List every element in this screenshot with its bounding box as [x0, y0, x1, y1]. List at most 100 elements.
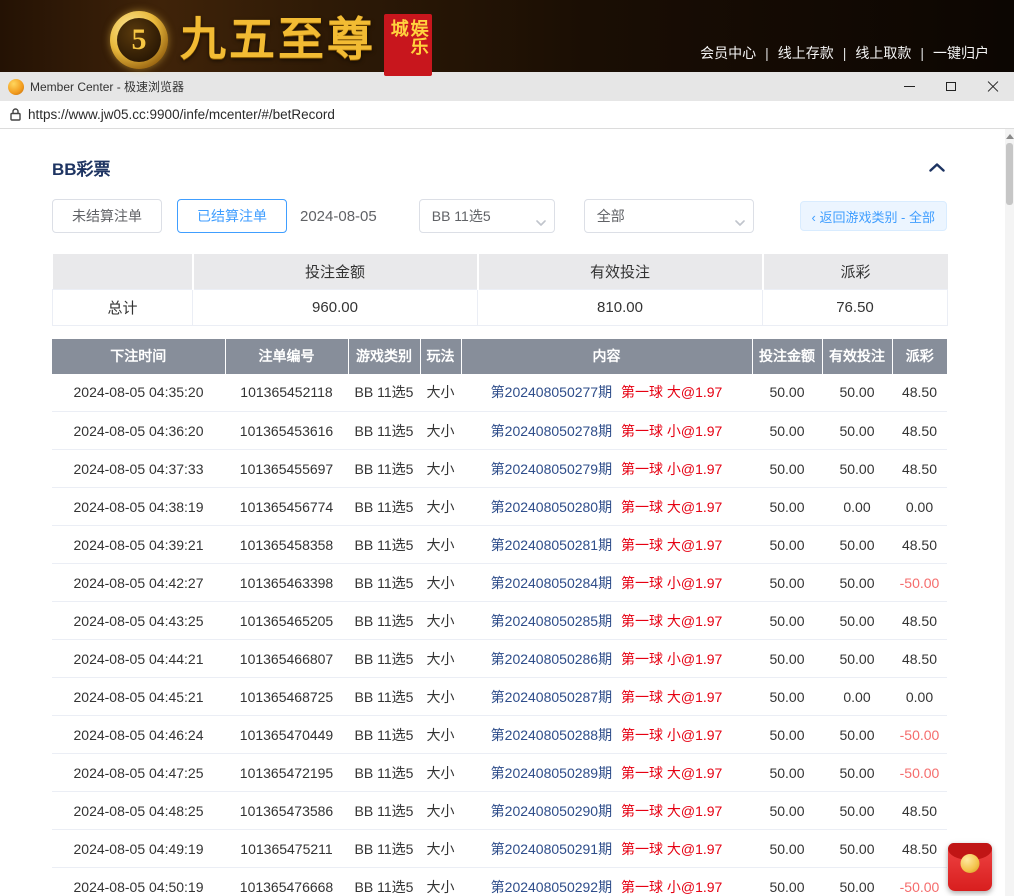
- bet-amount-cell: 50.00: [752, 640, 822, 678]
- table-row: 2024-08-05 04:39:21 101365458358 BB 11选5…: [52, 526, 947, 564]
- filter-row: 未结算注单 已结算注单 2024-08-05 BB 11选5 全部 ‹ 返回游戏…: [52, 199, 947, 233]
- bet-amount-cell: 50.00: [752, 602, 822, 640]
- summary-header-valid-bet: 有效投注: [478, 254, 763, 289]
- chevron-down-icon: [536, 213, 546, 229]
- table-row: 2024-08-05 04:47:25 101365472195 BB 11选5…: [52, 754, 947, 792]
- content-cell: 第202408050278期 第一球 小@1.97: [461, 412, 752, 450]
- nav-one-key-transfer[interactable]: 一键归户: [924, 43, 998, 63]
- order-id-cell: 101365463398: [225, 564, 348, 602]
- payout-cell: 48.50: [892, 830, 947, 868]
- collapse-section-button[interactable]: [927, 161, 947, 174]
- pick-text: 第一球 大@1.97: [621, 689, 722, 705]
- content-cell: 第202408050281期 第一球 大@1.97: [461, 526, 752, 564]
- minimize-icon: [904, 86, 915, 87]
- valid-bet-cell: 0.00: [822, 488, 892, 526]
- summary-table: 投注金额 有效投注 派彩 总计 960.00 810.00 76.50: [52, 254, 948, 326]
- summary-total-row: 总计 960.00 810.00 76.50: [53, 289, 948, 325]
- summary-header-row: 投注金额 有效投注 派彩: [53, 254, 948, 289]
- bet-time-cell: 2024-08-05 04:44:21: [52, 640, 225, 678]
- browser-urlbar[interactable]: https://www.jw05.cc:9900/infe/mcenter/#/…: [0, 101, 1014, 129]
- bet-table-header-row: 下注时间 注单编号 游戏类别 玩法 内容 投注金额 有效投注 派彩: [52, 339, 947, 374]
- content-cell: 第202408050291期 第一球 大@1.97: [461, 830, 752, 868]
- valid-bet-cell: 50.00: [822, 830, 892, 868]
- table-row: 2024-08-05 04:49:19 101365475211 BB 11选5…: [52, 830, 947, 868]
- date-picker[interactable]: 2024-08-05: [300, 208, 377, 225]
- bet-time-cell: 2024-08-05 04:39:21: [52, 526, 225, 564]
- content-cell: 第202408050285期 第一球 大@1.97: [461, 602, 752, 640]
- game-select[interactable]: BB 11选5: [419, 199, 555, 233]
- col-header-play-type: 玩法: [420, 339, 461, 374]
- col-header-payout: 派彩: [892, 339, 947, 374]
- play-type-cell: 大小: [420, 564, 461, 602]
- period-text: 第202408050278期: [491, 423, 612, 439]
- game-category-cell: BB 11选5: [348, 678, 420, 716]
- valid-bet-cell: 0.00: [822, 678, 892, 716]
- game-category-cell: BB 11选5: [348, 640, 420, 678]
- bet-amount-cell: 50.00: [752, 488, 822, 526]
- bet-time-cell: 2024-08-05 04:48:25: [52, 792, 225, 830]
- pick-text: 第一球 大@1.97: [621, 613, 722, 629]
- order-id-cell: 101365473586: [225, 792, 348, 830]
- close-button[interactable]: [972, 72, 1014, 101]
- order-id-cell: 101365455697: [225, 450, 348, 488]
- bet-amount-cell: 50.00: [752, 564, 822, 602]
- order-id-cell: 101365476668: [225, 868, 348, 896]
- order-id-cell: 101365475211: [225, 830, 348, 868]
- page-scrollbar[interactable]: [1005, 129, 1014, 896]
- payout-cell: 0.00: [892, 488, 947, 526]
- table-row: 2024-08-05 04:45:21 101365468725 BB 11选5…: [52, 678, 947, 716]
- period-text: 第202408050284期: [491, 575, 612, 591]
- summary-header-bet-amount: 投注金额: [193, 254, 478, 289]
- nav-online-withdraw[interactable]: 线上取款: [846, 43, 920, 63]
- valid-bet-cell: 50.00: [822, 792, 892, 830]
- logo-badge: 娱乐城: [384, 14, 432, 76]
- period-text: 第202408050287期: [491, 689, 612, 705]
- nav-online-deposit[interactable]: 线上存款: [769, 43, 843, 63]
- url-text[interactable]: https://www.jw05.cc:9900/infe/mcenter/#/…: [28, 107, 335, 122]
- site-logo[interactable]: 5 九五至尊 娱乐城: [110, 4, 432, 76]
- valid-bet-cell: 50.00: [822, 640, 892, 678]
- back-to-category-button[interactable]: ‹ 返回游戏类别 - 全部: [800, 201, 948, 231]
- settled-bets-button[interactable]: 已结算注单: [177, 199, 287, 233]
- play-type-cell: 大小: [420, 868, 461, 896]
- valid-bet-cell: 50.00: [822, 564, 892, 602]
- play-type-cell: 大小: [420, 754, 461, 792]
- play-type-cell: 大小: [420, 526, 461, 564]
- payout-cell: 48.50: [892, 374, 947, 412]
- pick-text: 第一球 大@1.97: [621, 384, 722, 400]
- order-id-cell: 101365458358: [225, 526, 348, 564]
- unsettled-bets-button[interactable]: 未结算注单: [52, 199, 162, 233]
- bet-amount-cell: 50.00: [752, 868, 822, 896]
- valid-bet-cell: 50.00: [822, 602, 892, 640]
- pick-text: 第一球 大@1.97: [621, 499, 722, 515]
- payout-cell: 48.50: [892, 450, 947, 488]
- content-cell: 第202408050290期 第一球 大@1.97: [461, 792, 752, 830]
- site-banner: 5 九五至尊 娱乐城 会员中心 | 线上存款 | 线上取款 | 一键归户: [0, 0, 1014, 72]
- pick-text: 第一球 小@1.97: [621, 423, 722, 439]
- nav-member-center[interactable]: 会员中心: [691, 43, 765, 63]
- payout-cell: -50.00: [892, 868, 947, 896]
- payout-cell: 48.50: [892, 792, 947, 830]
- minimize-button[interactable]: [888, 72, 930, 101]
- game-category-cell: BB 11选5: [348, 868, 420, 896]
- payout-cell: -50.00: [892, 564, 947, 602]
- payout-cell: 48.50: [892, 640, 947, 678]
- bet-amount-cell: 50.00: [752, 716, 822, 754]
- bet-amount-cell: 50.00: [752, 412, 822, 450]
- play-type-cell: 大小: [420, 830, 461, 868]
- period-text: 第202408050286期: [491, 651, 612, 667]
- period-text: 第202408050277期: [491, 384, 612, 400]
- scroll-up-icon[interactable]: [1006, 134, 1014, 139]
- table-row: 2024-08-05 04:37:33 101365455697 BB 11选5…: [52, 450, 947, 488]
- maximize-button[interactable]: [930, 72, 972, 101]
- lock-icon[interactable]: [10, 108, 21, 121]
- content-cell: 第202408050287期 第一球 大@1.97: [461, 678, 752, 716]
- chevron-up-icon: [929, 163, 945, 172]
- content-cell: 第202408050288期 第一球 小@1.97: [461, 716, 752, 754]
- period-text: 第202408050280期: [491, 499, 612, 515]
- red-packet-float[interactable]: [948, 843, 992, 891]
- bet-record-page: BB彩票 未结算注单 已结算注单 2024-08-05 BB 11选5 全部 ‹…: [0, 129, 1014, 896]
- scrollbar-thumb[interactable]: [1006, 143, 1013, 205]
- category-select[interactable]: 全部: [584, 199, 754, 233]
- logo-coin-number: 5: [117, 18, 161, 62]
